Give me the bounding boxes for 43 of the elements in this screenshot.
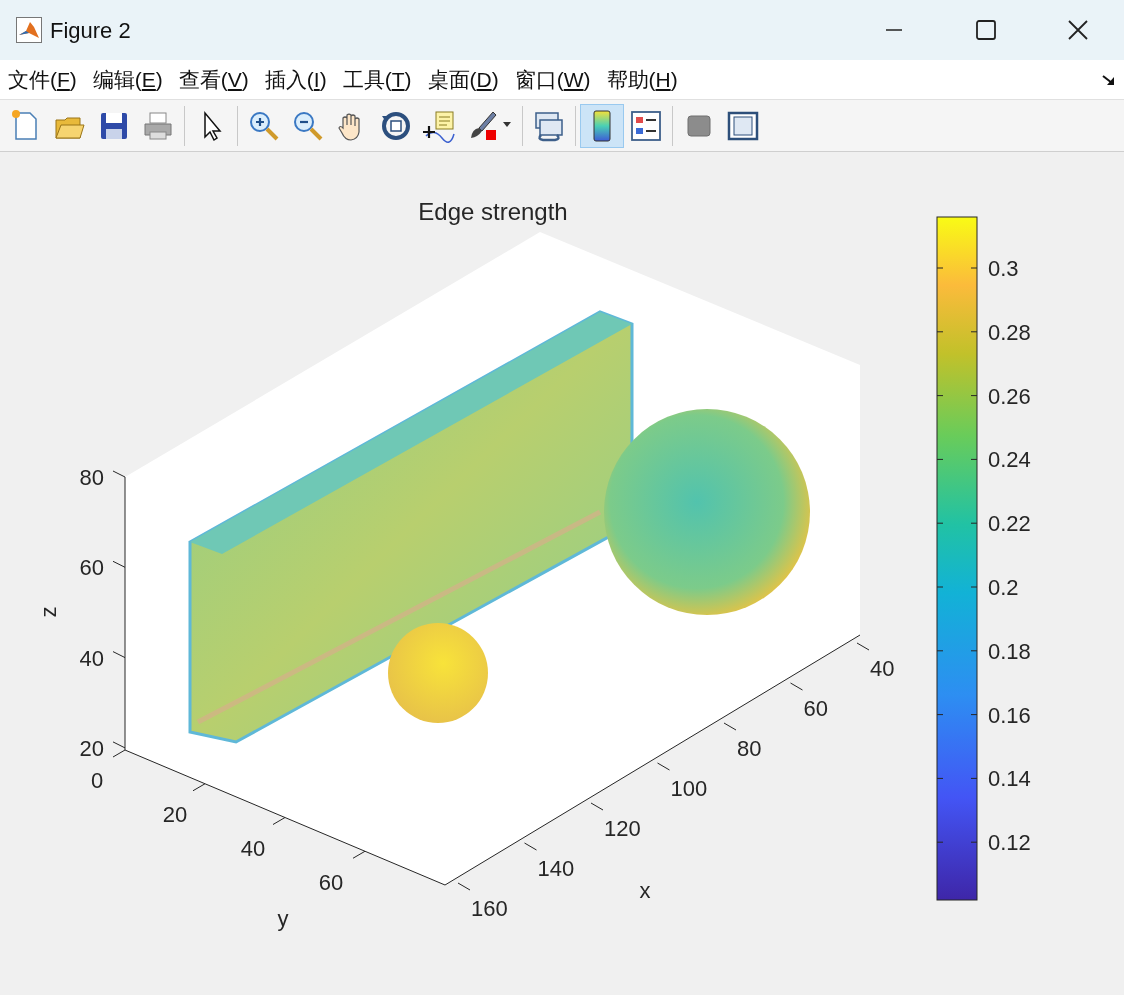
tick-label: 120 (604, 816, 641, 841)
tick-label: 160 (471, 896, 508, 921)
tick-label: 60 (318, 870, 344, 895)
tick-label: 0.16 (988, 702, 1031, 728)
tick-label: 80 (79, 465, 104, 490)
axis-label: x (639, 878, 651, 903)
tick-label: 0 (90, 768, 104, 793)
tick-label: 0.14 (988, 766, 1031, 792)
tick-label: 0.2 (988, 575, 1019, 600)
tick-label: 0.12 (988, 830, 1031, 856)
tick-label: 60 (803, 696, 828, 721)
menu-item[interactable]: 编辑(E) (84, 63, 171, 96)
tick-label: 0.3 (988, 256, 1019, 281)
tick-label: 0.18 (988, 638, 1031, 664)
menu-item[interactable]: 桌面(D) (419, 63, 507, 96)
menu-item[interactable]: 插入(I) (256, 63, 335, 96)
menu-item[interactable]: 文件(F) (0, 63, 85, 96)
tick-label: 0.24 (988, 447, 1031, 473)
window-title: Figure 2 (50, 16, 131, 45)
tick-label: 0.26 (988, 383, 1031, 409)
tick-label: 60 (79, 555, 104, 581)
axis-label: z (36, 606, 61, 618)
tick-label: 20 (162, 802, 188, 827)
tick-label: 100 (670, 776, 708, 801)
tick-label: 40 (870, 656, 895, 681)
menu-item[interactable]: 查看(V) (170, 63, 257, 96)
dock-arrow-icon[interactable] (1102, 73, 1116, 86)
app-logo-icon (16, 17, 42, 43)
maximize-icon (976, 20, 996, 40)
menu-item[interactable]: 工具(T) (334, 63, 420, 96)
tick-label: 40 (240, 836, 266, 861)
axis-label: y (277, 906, 289, 931)
tick-label: 0.22 (988, 511, 1031, 537)
tick-label: 40 (79, 645, 104, 671)
tick-label: 20 (79, 735, 104, 761)
tick-label: 0.28 (988, 319, 1031, 345)
close-icon (1068, 20, 1088, 40)
menu-item[interactable]: 窗口(W) (506, 63, 599, 96)
plot-title: Edge strength (418, 198, 568, 225)
minimize-icon (886, 29, 902, 31)
tick-label: 140 (537, 856, 575, 881)
menu-item[interactable]: 帮助(H) (598, 63, 686, 96)
tick-label: 80 (737, 736, 762, 761)
